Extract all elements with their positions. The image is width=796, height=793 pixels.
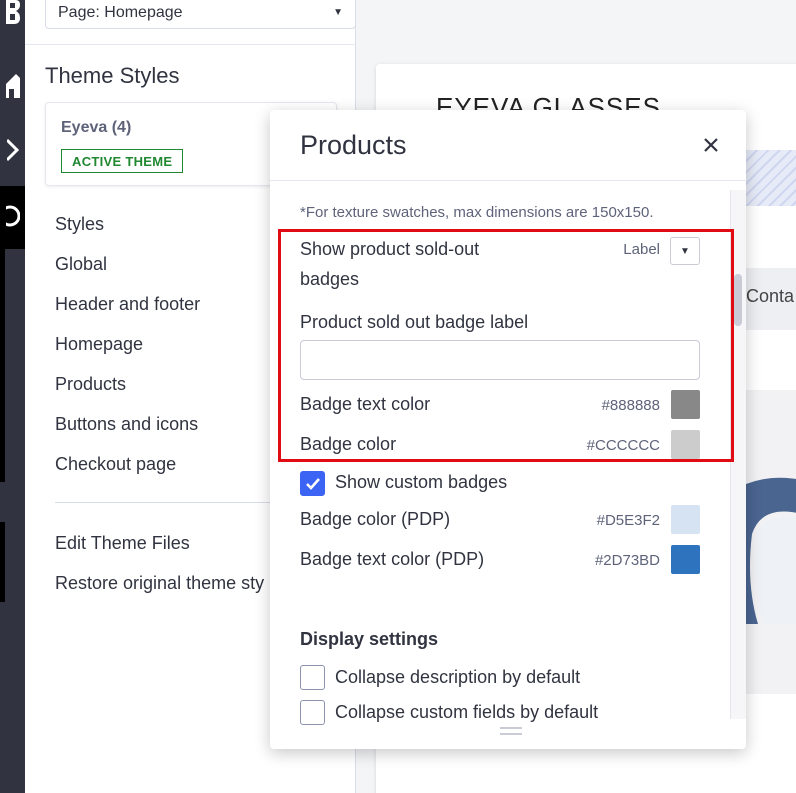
close-button[interactable]: [698, 132, 724, 158]
badge-label-title: Product sold out badge label: [300, 312, 529, 332]
show-custom-badges-checkbox[interactable]: [300, 471, 325, 496]
sold-out-badges-label-line1: Show product sold-out: [300, 239, 480, 259]
checkmark-icon: [305, 477, 320, 490]
scrollbar-thumb[interactable]: [734, 274, 742, 326]
badge-color-hex[interactable]: #CCCCCC: [580, 437, 660, 454]
pdp-badge-text-color-swatch[interactable]: [671, 545, 700, 574]
badge-text-color-hex[interactable]: #888888: [580, 397, 660, 414]
collapse-custom-fields-label[interactable]: Collapse custom fields by default: [335, 702, 598, 723]
texture-swatch-note: *For texture swatches, max dimensions ar…: [300, 204, 654, 221]
badge-text-color-swatch[interactable]: [671, 390, 700, 419]
products-settings-modal: Products *For texture swatches, max dime…: [270, 110, 746, 749]
display-settings-heading: Display settings: [300, 629, 439, 649]
tag-icon[interactable]: [0, 136, 25, 162]
sold-out-badges-label-line2: badges: [300, 269, 360, 289]
resize-handle[interactable]: [500, 727, 522, 735]
pdp-badge-color-swatch[interactable]: [671, 505, 700, 534]
store-icon[interactable]: [0, 72, 25, 100]
modal-title: Products: [300, 130, 407, 160]
nav-group-indicator: [0, 202, 5, 482]
app-logo-icon[interactable]: [0, 0, 25, 26]
show-custom-badges-label[interactable]: Show custom badges: [335, 472, 507, 493]
divider: [25, 44, 356, 45]
sold-out-badge-type-value[interactable]: Label: [580, 241, 660, 258]
badge-color-label: Badge color: [300, 434, 397, 454]
panel-title: Theme Styles: [45, 63, 180, 88]
chevron-down-icon: ▼: [680, 245, 690, 257]
collapse-description-checkbox[interactable]: [300, 665, 325, 690]
pdp-badge-color-label: Badge color (PDP): [300, 509, 451, 529]
pdp-badge-color-hex[interactable]: #D5E3F2: [580, 512, 660, 529]
badge-color-swatch[interactable]: [671, 430, 700, 459]
theme-name: Eyeva (4): [61, 119, 132, 136]
page-selector[interactable]: Page: Homepage ▼: [45, 0, 356, 29]
close-icon: [704, 138, 718, 152]
sold-out-badge-label-input[interactable]: [300, 340, 700, 380]
chevron-down-icon: ▼: [333, 7, 343, 18]
preview-nav-link: Conta: [746, 286, 795, 306]
badge-text-color-label: Badge text color: [300, 394, 431, 414]
glasses-image: [742, 477, 796, 624]
collapse-description-label[interactable]: Collapse description by default: [335, 667, 580, 688]
modal-header: Products: [270, 110, 746, 181]
sold-out-badge-type-dropdown[interactable]: ▼: [670, 237, 700, 265]
modal-scrollbar[interactable]: [730, 190, 746, 719]
nav-group-indicator: [0, 522, 5, 602]
page-selector-value: Page: Homepage: [58, 3, 183, 21]
pdp-badge-text-color-label: Badge text color (PDP): [300, 549, 485, 569]
pdp-badge-text-color-hex[interactable]: #2D73BD: [580, 552, 660, 569]
active-theme-badge: ACTIVE THEME: [61, 149, 184, 173]
collapse-custom-fields-checkbox[interactable]: [300, 700, 325, 725]
